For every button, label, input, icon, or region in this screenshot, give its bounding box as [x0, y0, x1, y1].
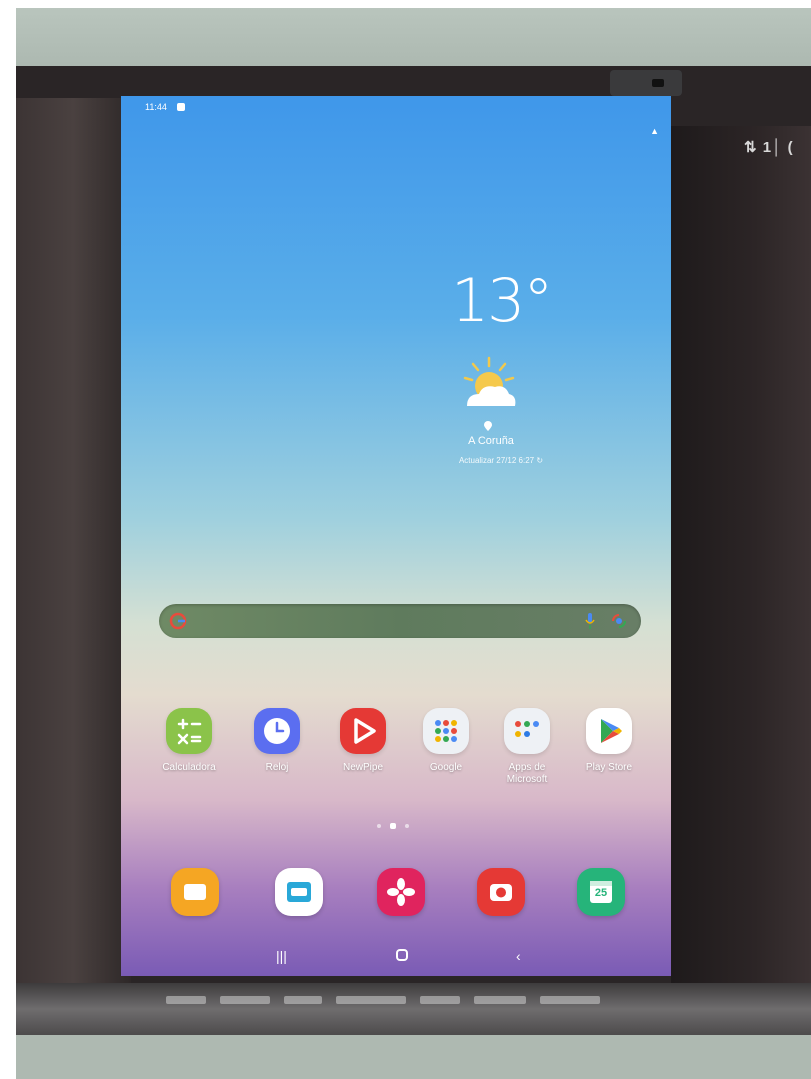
calendar-date: 25 — [594, 887, 608, 899]
app-label: Reloj — [265, 762, 289, 773]
recent-apps-button[interactable]: ||| — [276, 948, 287, 964]
clock-icon — [254, 708, 300, 754]
app-label: Calculadora — [162, 762, 216, 773]
partly-cloudy-icon[interactable] — [457, 354, 521, 414]
back-button[interactable]: ‹ — [516, 948, 521, 964]
camera-icon[interactable] — [477, 868, 525, 916]
page-indicator — [377, 823, 409, 829]
microsoft-folder-icon — [504, 708, 550, 754]
calculator-icon — [166, 708, 212, 754]
file-manager-icon[interactable] — [275, 868, 323, 916]
gallery-icon[interactable] — [377, 868, 425, 916]
app-label: Google — [429, 762, 463, 773]
play-store-icon — [586, 708, 632, 754]
app-microsoft-folder[interactable]: Apps de Microsoft — [485, 708, 569, 786]
weather-update-label: Actualizar 27/12 6:27 — [458, 456, 535, 465]
page-dot[interactable] — [377, 824, 381, 828]
page-dot-active[interactable] — [390, 823, 396, 829]
newpipe-icon — [340, 708, 386, 754]
status-time: 11:44 — [145, 102, 167, 112]
app-reloj[interactable]: Reloj — [235, 708, 319, 774]
microphone-icon[interactable] — [585, 613, 595, 629]
calendar-icon[interactable]: 25 — [577, 868, 625, 916]
google-folder-icon — [423, 708, 469, 754]
app-newpipe[interactable]: NewPipe — [321, 708, 405, 774]
webcam — [610, 70, 682, 96]
location-pin-icon — [484, 421, 492, 431]
app-label: NewPipe — [342, 762, 384, 773]
notification-icon — [177, 103, 185, 111]
google-lens-icon[interactable] — [611, 613, 627, 629]
home-icon — [396, 949, 408, 961]
status-signal-icon: ▲ — [650, 126, 659, 136]
monitor-screen-right — [671, 126, 811, 988]
app-label: Play Store — [585, 762, 633, 773]
app-google-folder[interactable]: Google — [404, 708, 488, 774]
monitor-screen-left — [16, 98, 131, 988]
files-icon[interactable] — [171, 868, 219, 916]
tablet-screen: 11:44 ▲ 13° A Coruña Actualizar 27/12 6:… — [121, 96, 671, 976]
weather-city: A Coruña — [468, 435, 514, 447]
app-play-store[interactable]: Play Store — [567, 708, 651, 774]
brand-labels — [166, 996, 616, 1012]
page-dot[interactable] — [405, 824, 409, 828]
app-calculadora[interactable]: Calculadora — [147, 708, 231, 774]
google-g-icon — [169, 612, 187, 630]
google-search-bar[interactable] — [159, 604, 641, 638]
weather-update-time[interactable]: Actualizar 27/12 6:27 ↻ — [421, 456, 581, 465]
home-button[interactable] — [395, 948, 409, 965]
floor — [16, 1035, 811, 1079]
refresh-icon[interactable]: ↻ — [536, 456, 543, 465]
monitor-status-icons: ⇅ 1│ ( — [744, 139, 794, 156]
app-label: Apps de Microsoft — [506, 762, 548, 785]
weather-temperature[interactable]: 13° — [451, 266, 553, 336]
